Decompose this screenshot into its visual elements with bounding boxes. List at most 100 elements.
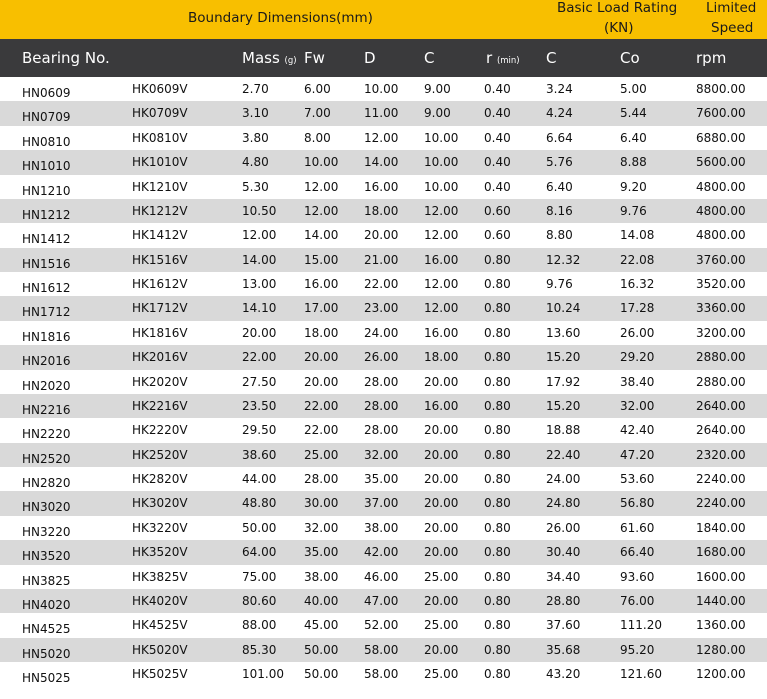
cell-r-min: 0.80 [484, 423, 511, 438]
table-row: HN2020 HK2020V 27.50 20.00 28.00 20.00 0.80 17.… [0, 370, 767, 394]
cell-bearing-no: HN1516 [22, 256, 71, 271]
cell-bearing-no: HN0709 [22, 110, 71, 125]
cell-load-co: 9.20 [620, 179, 647, 194]
cell-r-min: 0.40 [484, 130, 511, 145]
table-row: HN1412 HK1412V 12.00 14.00 20.00 12.00 0.60 8.8… [0, 223, 767, 247]
cell-d: 24.00 [364, 325, 399, 340]
boundary-dimensions-heading: Boundary Dimensions(mm) [188, 10, 373, 26]
cell-d: 10.00 [364, 82, 399, 96]
cell-mass: 14.10 [242, 301, 277, 316]
cell-rpm: 1680.00 [696, 545, 746, 560]
cell-c-width: 25.00 [424, 618, 459, 633]
cell-d: 20.00 [364, 228, 399, 243]
table-row: HN3220 HK3220V 50.00 32.00 38.00 20.00 0.80 26.… [0, 516, 767, 540]
table-row: HN2520 HK2520V 38.60 25.00 32.00 20.00 0.80 22.… [0, 442, 767, 467]
cell-load-co: 16.32 [620, 277, 655, 291]
cell-fw: 8.00 [304, 130, 331, 145]
cell-load-co: 111.20 [620, 618, 662, 633]
cell-c-width: 16.00 [424, 398, 459, 413]
cell-r-min: 0.80 [484, 325, 511, 340]
cell-bearing-no: HN5020 [22, 646, 71, 661]
cell-mass: 3.80 [242, 130, 269, 145]
cell-load-c: 34.40 [546, 569, 581, 584]
cell-load-co: 42.40 [620, 423, 655, 438]
cell-d: 21.00 [364, 252, 399, 267]
table-row: HN1816 HK1816V 20.00 18.00 24.00 16.00 0.80 13.… [0, 321, 767, 345]
cell-mass: 29.50 [242, 423, 277, 438]
cell-fw: 35.00 [304, 545, 339, 560]
cell-d: 28.00 [364, 398, 399, 413]
cell-load-co: 17.28 [620, 301, 655, 316]
cell-r-min: 0.80 [484, 593, 511, 608]
cell-bearing-no: HN2016 [22, 354, 71, 369]
cell-d: 11.00 [364, 106, 399, 121]
cell-mass: 85.30 [242, 642, 277, 657]
cell-mass: 48.80 [242, 496, 277, 511]
cell-load-c: 12.32 [546, 252, 581, 267]
cell-r-min: 0.40 [484, 82, 511, 96]
cell-rpm: 1360.00 [696, 618, 746, 633]
cell-load-c: 28.80 [546, 593, 581, 608]
cell-mass: 13.00 [242, 277, 277, 291]
cell-hk-part-no: HK3020V [132, 496, 188, 511]
cell-hk-part-no: HK1010V [132, 155, 188, 170]
cell-d: 52.00 [364, 618, 399, 633]
cell-d: 37.00 [364, 496, 399, 511]
cell-rpm: 4800.00 [696, 179, 746, 194]
cell-c-width: 10.00 [424, 179, 459, 194]
cell-d: 35.00 [364, 472, 399, 486]
col-header-load-c: C [546, 39, 556, 77]
cell-r-min: 0.40 [484, 155, 511, 170]
col-header-unit: (g) [284, 56, 297, 66]
cell-load-co: 5.00 [620, 82, 647, 96]
col-header-label: Fw [304, 49, 325, 67]
cell-fw: 40.00 [304, 593, 339, 608]
cell-r-min: 0.80 [484, 350, 511, 365]
cell-mass: 50.00 [242, 520, 277, 535]
cell-rpm: 1840.00 [696, 520, 746, 535]
cell-mass: 10.50 [242, 203, 277, 218]
cell-load-c: 9.76 [546, 277, 573, 291]
col-header-label: C [424, 49, 435, 67]
cell-hk-part-no: HK1516V [132, 252, 188, 267]
cell-load-c: 43.20 [546, 667, 581, 681]
cell-bearing-no: HN1010 [22, 159, 71, 174]
cell-fw: 38.00 [304, 569, 339, 584]
cell-d: 46.00 [364, 569, 399, 584]
cell-load-c: 8.80 [546, 228, 573, 243]
cell-bearing-no: HN2216 [22, 402, 71, 417]
cell-rpm: 3760.00 [696, 252, 746, 267]
cell-bearing-no: HN1212 [22, 207, 71, 222]
cell-rpm: 2880.00 [696, 374, 746, 389]
cell-d: 47.00 [364, 593, 399, 608]
cell-load-c: 6.40 [546, 179, 573, 194]
cell-c-width: 20.00 [424, 423, 459, 438]
cell-rpm: 1600.00 [696, 569, 746, 584]
cell-r-min: 0.80 [484, 520, 511, 535]
cell-mass: 38.60 [242, 447, 277, 462]
cell-load-c: 35.68 [546, 642, 581, 657]
cell-d: 18.00 [364, 203, 399, 218]
cell-fw: 20.00 [304, 374, 339, 389]
cell-rpm: 2880.00 [696, 350, 746, 365]
col-header-c-width: C [424, 39, 434, 77]
cell-r-min: 0.80 [484, 301, 511, 316]
cell-bearing-no: HN4020 [22, 597, 71, 612]
cell-load-co: 61.60 [620, 520, 655, 535]
cell-c-width: 20.00 [424, 374, 459, 389]
cell-rpm: 4800.00 [696, 203, 746, 218]
cell-rpm: 2320.00 [696, 447, 746, 462]
cell-fw: 17.00 [304, 301, 339, 316]
cell-d: 58.00 [364, 642, 399, 657]
cell-hk-part-no: HK1212V [132, 203, 188, 218]
cell-rpm: 7600.00 [696, 106, 746, 121]
cell-mass: 4.80 [242, 155, 269, 170]
cell-mass: 20.00 [242, 325, 277, 340]
cell-hk-part-no: HK1816V [132, 325, 188, 340]
cell-hk-part-no: HK2220V [132, 423, 188, 438]
cell-d: 22.00 [364, 277, 399, 291]
cell-load-c: 26.00 [546, 520, 581, 535]
cell-fw: 14.00 [304, 228, 339, 243]
cell-hk-part-no: HK0609V [132, 82, 188, 96]
cell-load-c: 6.64 [546, 130, 573, 145]
